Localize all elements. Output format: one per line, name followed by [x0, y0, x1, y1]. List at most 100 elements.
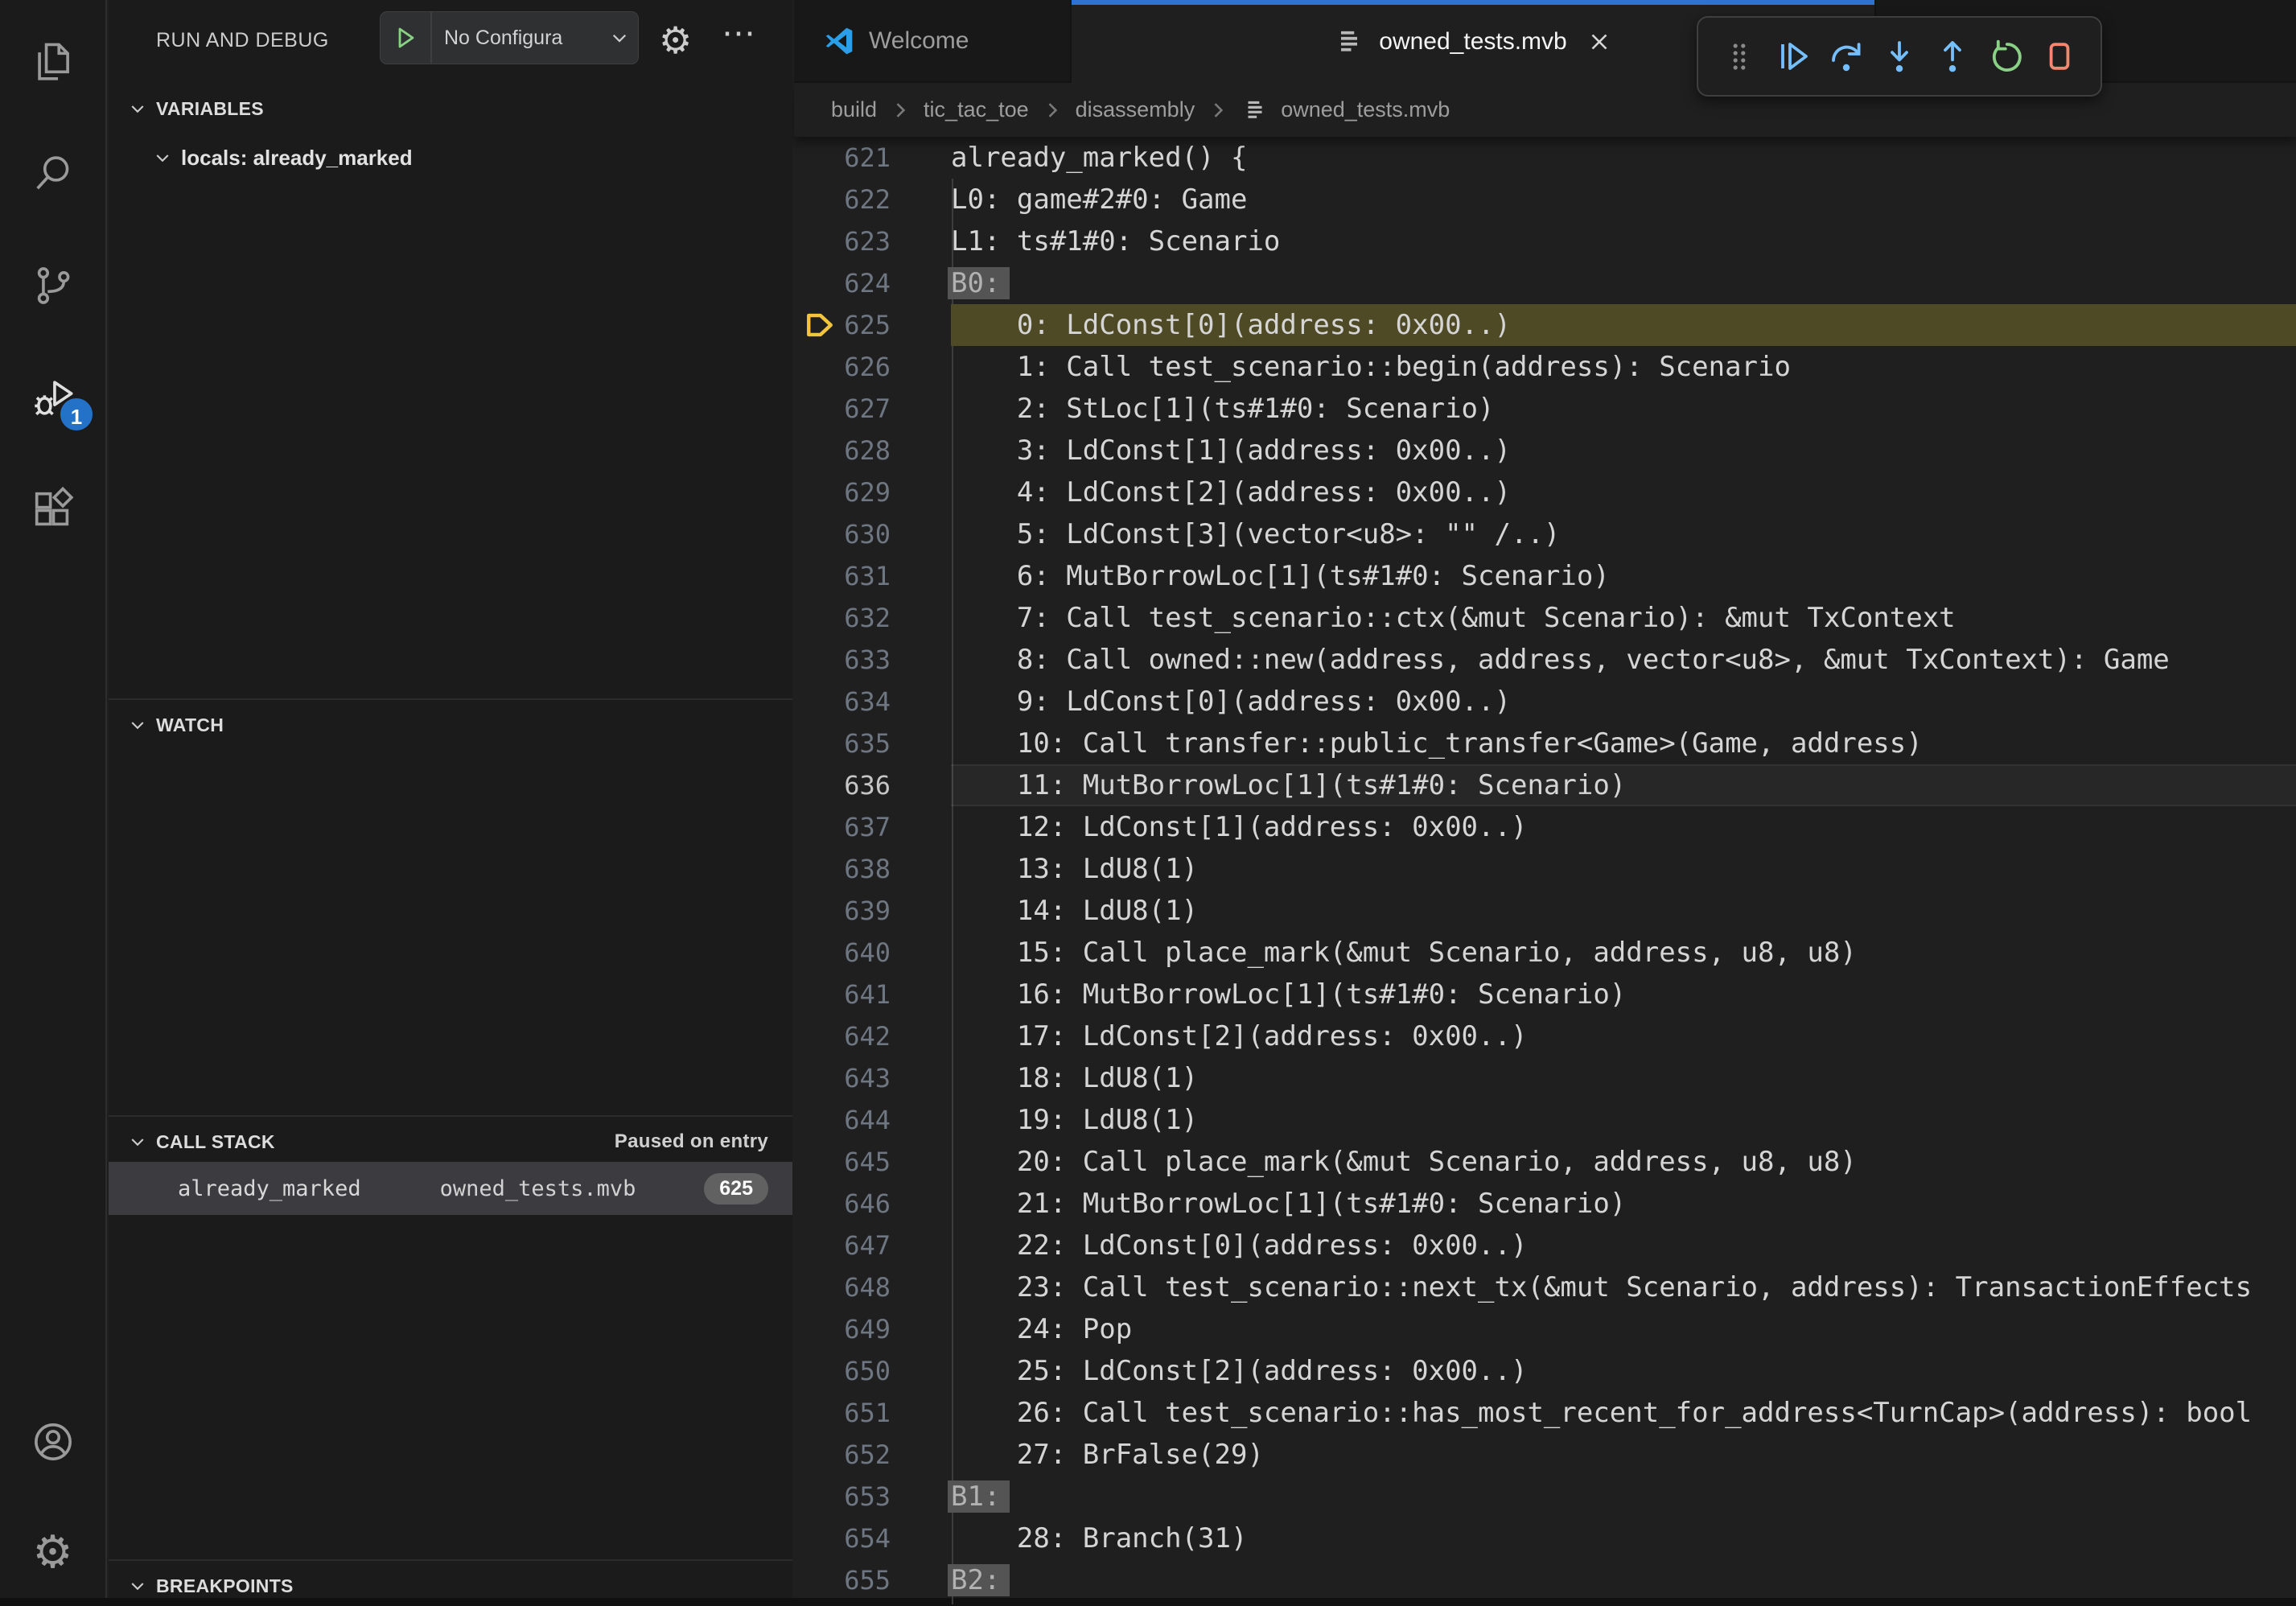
code-line-654[interactable]: 654 28: Branch(31) [794, 1517, 2296, 1559]
chevron-down-icon[interactable] [609, 27, 638, 48]
section-call-stack[interactable]: CALL STACK Paused on entry [109, 1122, 792, 1162]
step-into-button[interactable] [1878, 35, 1921, 78]
code-line-622[interactable]: 622L0: game#2#0: Game [794, 179, 2296, 220]
debug-settings-gear-icon[interactable]: ⚙ [659, 18, 692, 63]
section-variables[interactable]: VARIABLES [109, 89, 792, 129]
line-number[interactable]: 643 [794, 1057, 891, 1099]
launch-configuration-button[interactable]: No Configura [380, 11, 639, 64]
code-line-655[interactable]: 655B2: [794, 1559, 2296, 1601]
breadcrumb-item[interactable]: build [831, 97, 877, 122]
code-line-648[interactable]: 648 23: Call test_scenario::next_tx(&mut… [794, 1266, 2296, 1308]
line-number[interactable]: 635 [794, 723, 891, 764]
line-number[interactable]: 650 [794, 1350, 891, 1392]
line-number[interactable]: 627 [794, 388, 891, 430]
line-number[interactable]: 652 [794, 1434, 891, 1476]
code-line-630[interactable]: 630 5: LdConst[3](vector<u8>: "" /..) [794, 513, 2296, 555]
line-number[interactable]: 646 [794, 1183, 891, 1225]
section-breakpoints[interactable]: BREAKPOINTS [109, 1566, 792, 1606]
call-stack-frame[interactable]: already_marked owned_tests.mvb 625 [109, 1162, 792, 1215]
line-number[interactable]: 649 [794, 1308, 891, 1350]
code-line-645[interactable]: 645 20: Call place_mark(&mut Scenario, a… [794, 1141, 2296, 1183]
code-line-636[interactable]: 636 11: MutBorrowLoc[1](ts#1#0: Scenario… [794, 764, 2296, 806]
line-number[interactable]: 638 [794, 848, 891, 890]
start-debug-icon[interactable] [381, 25, 430, 51]
line-number[interactable]: 654 [794, 1517, 891, 1559]
breadcrumb-item[interactable]: disassembly [1076, 97, 1195, 122]
breadcrumb-item[interactable]: tic_tac_toe [924, 97, 1029, 122]
line-number[interactable]: 630 [794, 513, 891, 555]
code-line-649[interactable]: 649 24: Pop [794, 1308, 2296, 1350]
code-line-638[interactable]: 638 13: LdU8(1) [794, 848, 2296, 890]
tab-welcome[interactable]: Welcome [794, 0, 1072, 81]
code-line-642[interactable]: 642 17: LdConst[2](address: 0x00..) [794, 1015, 2296, 1057]
code-line-621[interactable]: 621already_marked() { [794, 137, 2296, 179]
code-line-639[interactable]: 639 14: LdU8(1) [794, 890, 2296, 932]
extensions-icon[interactable] [0, 477, 105, 542]
toolbar-drag-handle[interactable] [1718, 35, 1761, 78]
code-line-626[interactable]: 626 1: Call test_scenario::begin(address… [794, 346, 2296, 388]
settings-gear-icon[interactable]: ⚙ [0, 1521, 105, 1585]
line-number[interactable]: 639 [794, 890, 891, 932]
line-number[interactable]: 648 [794, 1266, 891, 1308]
line-number[interactable]: 636 [794, 764, 891, 806]
restart-button[interactable] [1985, 35, 2028, 78]
code-line-634[interactable]: 634 9: LdConst[0](address: 0x00..) [794, 681, 2296, 723]
section-watch[interactable]: WATCH [109, 705, 792, 745]
code-line-631[interactable]: 631 6: MutBorrowLoc[1](ts#1#0: Scenario) [794, 555, 2296, 597]
code-line-623[interactable]: 623L1: ts#1#0: Scenario [794, 220, 2296, 262]
line-number[interactable]: 642 [794, 1015, 891, 1057]
stop-button[interactable] [2038, 35, 2081, 78]
search-icon[interactable] [0, 142, 105, 206]
line-number[interactable]: 633 [794, 639, 891, 681]
code-line-637[interactable]: 637 12: LdConst[1](address: 0x00..) [794, 806, 2296, 848]
line-number[interactable]: 631 [794, 555, 891, 597]
launch-config-label[interactable]: No Configura [432, 27, 609, 50]
explorer-icon[interactable] [0, 29, 105, 93]
code-line-635[interactable]: 635 10: Call transfer::public_transfer<G… [794, 723, 2296, 764]
continue-button[interactable] [1771, 35, 1814, 78]
line-number[interactable]: 653 [794, 1476, 891, 1517]
source-control-icon[interactable] [0, 253, 105, 318]
line-number[interactable]: 641 [794, 974, 891, 1015]
variables-scope-locals[interactable]: locals: already_marked [109, 137, 792, 179]
code-line-628[interactable]: 628 3: LdConst[1](address: 0x00..) [794, 430, 2296, 472]
code-line-651[interactable]: 651 26: Call test_scenario::has_most_rec… [794, 1392, 2296, 1434]
code-line-647[interactable]: 647 22: LdConst[0](address: 0x00..) [794, 1225, 2296, 1266]
line-number[interactable]: 647 [794, 1225, 891, 1266]
code-line-643[interactable]: 643 18: LdU8(1) [794, 1057, 2296, 1099]
code-line-640[interactable]: 640 15: Call place_mark(&mut Scenario, a… [794, 932, 2296, 974]
code-line-633[interactable]: 633 8: Call owned::new(address, address,… [794, 639, 2296, 681]
run-and-debug-icon[interactable]: 1 [0, 365, 105, 430]
line-number[interactable]: 628 [794, 430, 891, 472]
code-line-650[interactable]: 650 25: LdConst[2](address: 0x00..) [794, 1350, 2296, 1392]
code-line-646[interactable]: 646 21: MutBorrowLoc[1](ts#1#0: Scenario… [794, 1183, 2296, 1225]
code-line-627[interactable]: 627 2: StLoc[1](ts#1#0: Scenario) [794, 388, 2296, 430]
close-tab-icon[interactable] [1586, 28, 1613, 56]
line-number[interactable]: 637 [794, 806, 891, 848]
code-line-632[interactable]: 632 7: Call test_scenario::ctx(&mut Scen… [794, 597, 2296, 639]
line-number[interactable]: 626 [794, 346, 891, 388]
code-line-641[interactable]: 641 16: MutBorrowLoc[1](ts#1#0: Scenario… [794, 974, 2296, 1015]
line-number[interactable]: 623 [794, 220, 891, 262]
code-editor[interactable]: 621already_marked() {622L0: game#2#0: Ga… [794, 137, 2296, 1601]
line-number[interactable]: 632 [794, 597, 891, 639]
code-line-629[interactable]: 629 4: LdConst[2](address: 0x00..) [794, 472, 2296, 513]
line-number[interactable]: 645 [794, 1141, 891, 1183]
code-line-653[interactable]: 653B1: [794, 1476, 2296, 1517]
line-number[interactable]: 640 [794, 932, 891, 974]
code-line-624[interactable]: 624B0: [794, 262, 2296, 304]
line-number[interactable]: 624 [794, 262, 891, 304]
line-number[interactable]: 644 [794, 1099, 891, 1141]
step-out-button[interactable] [1931, 35, 1974, 78]
line-number[interactable]: 655 [794, 1559, 891, 1601]
code-line-652[interactable]: 652 27: BrFalse(29) [794, 1434, 2296, 1476]
more-actions-icon[interactable]: ⋯ [722, 13, 759, 52]
line-number[interactable]: 622 [794, 179, 891, 220]
line-number[interactable]: 651 [794, 1392, 891, 1434]
code-line-625[interactable]: 625 0: LdConst[0](address: 0x00..) [794, 304, 2296, 346]
line-number[interactable]: 634 [794, 681, 891, 723]
line-number[interactable]: 629 [794, 472, 891, 513]
breadcrumb-item[interactable]: owned_tests.mvb [1281, 97, 1450, 122]
accounts-icon[interactable] [0, 1410, 105, 1474]
line-number[interactable]: 621 [794, 137, 891, 179]
